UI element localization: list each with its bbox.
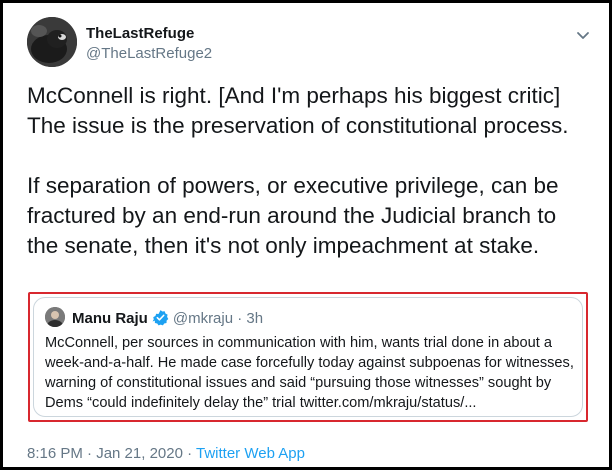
tweet-paragraph: McConnell is right. [And I'm perhaps his… [27, 83, 569, 138]
quoted-text-line: Dems “could indefinitely delay the” tria… [45, 395, 477, 411]
quoted-tweet-header: Manu Raju @mkraju · 3h [72, 309, 263, 330]
tweet-source-link[interactable]: Twitter Web App [196, 445, 305, 462]
quoted-author-name: Manu Raju [72, 310, 148, 327]
verified-badge-icon [152, 309, 169, 330]
meta-separator: · [237, 310, 243, 327]
quoted-text-line: warning of constitutional issues and sai… [45, 375, 552, 391]
tweet-footer: 8:16 PM · Jan 21, 2020 · Twitter Web App [27, 445, 305, 462]
tweet-timestamp[interactable]: 8:16 PM · Jan 21, 2020 · [27, 445, 196, 462]
quoted-author-avatar [45, 307, 65, 327]
author-avatar[interactable] [27, 17, 77, 67]
quoted-text-line: week-and-a-half. He made case forcefully… [45, 355, 574, 371]
quoted-tweet-text: McConnell, per sources in communication … [45, 333, 580, 413]
tweet-body: McConnell is right. [And I'm perhaps his… [27, 81, 597, 261]
tweet-paragraph: If separation of powers, or executive pr… [27, 173, 559, 258]
author-display-name[interactable]: TheLastRefuge [86, 25, 194, 42]
quoted-tweet[interactable]: Manu Raju @mkraju · 3h McConnell, per sou… [33, 297, 583, 417]
tweet-card: TheLastRefuge @TheLastRefuge2 McConnell … [0, 0, 612, 470]
quoted-author-handle: @mkraju [172, 310, 234, 327]
chevron-down-icon[interactable] [573, 25, 593, 45]
quoted-tweet-highlight: Manu Raju @mkraju · 3h McConnell, per sou… [28, 292, 588, 422]
quoted-tweet-time: 3h [246, 310, 264, 327]
author-handle[interactable]: @TheLastRefuge2 [86, 45, 212, 62]
quoted-text-line: McConnell, per sources in communication … [45, 335, 552, 351]
